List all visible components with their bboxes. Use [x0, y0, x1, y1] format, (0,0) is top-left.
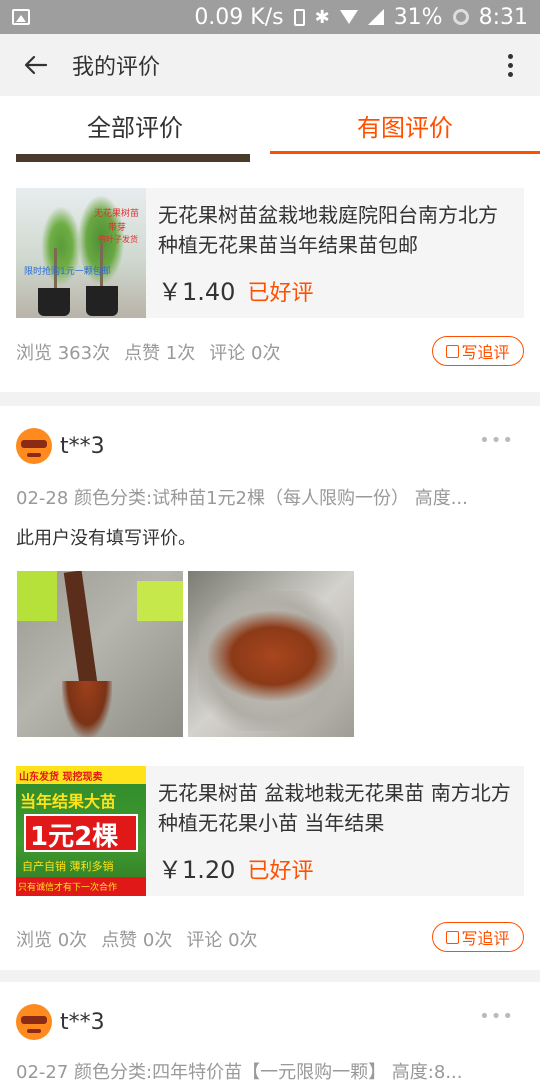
review-text: 此用户没有填写评价。: [16, 528, 196, 549]
more-options-icon[interactable]: [490, 53, 530, 77]
tab-photo-reviews[interactable]: 有图评价: [270, 96, 540, 154]
review-meta: 02-28 颜色分类:试种苗1元2棵（每人限购一份） 高度...: [16, 488, 468, 509]
tab-bar: 全部评价 有图评价: [0, 96, 540, 154]
likes-count: 点赞 0次: [101, 930, 173, 951]
username: t**3: [60, 433, 105, 459]
card-more-icon[interactable]: •••: [479, 430, 514, 451]
review-card: t**3 ••• 02-27 颜色分类:四年特价苗【一元限购一颗】 高度:8..…: [0, 982, 540, 1080]
review-photo[interactable]: [17, 571, 183, 737]
clock: 8:31: [478, 4, 528, 30]
review-photo-partial[interactable]: [16, 154, 250, 162]
rating-status: 已好评: [247, 859, 314, 884]
wifi-icon: [339, 10, 358, 24]
card-more-icon[interactable]: •••: [479, 1006, 514, 1027]
write-follow-up-button[interactable]: 写追评: [432, 336, 524, 366]
review-card: t**3 ••• 02-28 颜色分类:试种苗1元2棵（每人限购一份） 高度..…: [0, 406, 540, 970]
product-title: 无花果树苗 盆栽地栽无花果苗 南方北方种植无花果小苗 当年结果: [158, 781, 511, 835]
avatar[interactable]: [16, 1004, 52, 1040]
bluetooth-icon: ✱: [314, 6, 330, 28]
comments-count: 评论 0次: [209, 343, 281, 364]
review-user: t**3: [16, 1004, 105, 1040]
likes-count: 点赞 1次: [124, 343, 196, 364]
nav-bar: 我的评价: [0, 34, 540, 96]
product-price: ￥1.20: [158, 856, 236, 884]
write-follow-up-button[interactable]: 写追评: [432, 922, 524, 952]
tab-all-reviews[interactable]: 全部评价: [0, 96, 270, 154]
username: t**3: [60, 1009, 105, 1035]
avatar[interactable]: [16, 428, 52, 464]
product-title: 无花果树苗盆栽地栽庭院阳台南方北方种植无花果苗当年结果苗包邮: [158, 203, 498, 257]
review-card: 无花果树苗 带芽 带叶子发货 限时抢购1元一颗包邮 无花果树苗盆栽地栽庭院阳台南…: [0, 154, 540, 392]
review-stats: 浏览 363次 点赞 1次 评论 0次: [16, 339, 280, 365]
edit-icon: [446, 344, 460, 358]
review-meta: 02-27 颜色分类:四年特价苗【一元限购一颗】 高度:8...: [16, 1062, 463, 1080]
page-title: 我的评价: [72, 55, 161, 80]
review-stats: 浏览 0次 点赞 0次 评论 0次: [16, 926, 258, 952]
product-price: ￥1.40: [158, 278, 236, 306]
review-user: t**3: [16, 428, 105, 464]
image-notification-icon: [12, 9, 30, 25]
battery-percent: 31%: [393, 4, 443, 30]
product-image: 山东发货 现挖现卖 当年结果大苗 1元2棵 自产自销 薄利多销 只有诚信才有下一…: [16, 766, 146, 896]
product-image: 无花果树苗 带芽 带叶子发货 限时抢购1元一颗包邮: [16, 188, 146, 318]
status-bar: 0.09 K/s ✱ 31% 8:31: [0, 0, 540, 34]
edit-icon: [446, 930, 460, 944]
rating-status: 已好评: [247, 281, 314, 306]
product-snippet[interactable]: 无花果树苗 带芽 带叶子发货 限时抢购1元一颗包邮 无花果树苗盆栽地栽庭院阳台南…: [16, 188, 524, 318]
back-arrow-icon: [24, 55, 48, 75]
comments-count: 评论 0次: [186, 930, 258, 951]
product-snippet[interactable]: 山东发货 现挖现卖 当年结果大苗 1元2棵 自产自销 薄利多销 只有诚信才有下一…: [16, 766, 524, 896]
vibrate-icon: [293, 8, 305, 26]
signal-icon: [367, 9, 384, 25]
review-photo[interactable]: [188, 571, 354, 737]
battery-icon: [452, 9, 469, 25]
network-speed: 0.09 K/s: [194, 4, 284, 30]
views-count: 浏览 0次: [16, 930, 88, 951]
views-count: 浏览 363次: [16, 343, 111, 364]
review-list[interactable]: 无花果树苗 带芽 带叶子发货 限时抢购1元一颗包邮 无花果树苗盆栽地栽庭院阳台南…: [0, 154, 540, 1080]
back-button[interactable]: [0, 34, 72, 96]
